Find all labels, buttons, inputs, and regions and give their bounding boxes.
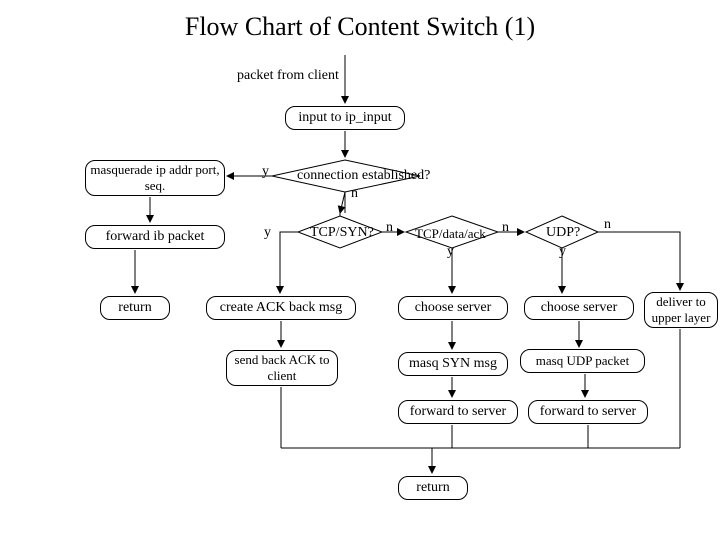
flowchart-canvas: Flow Chart of Content Switch (1) packet … [0, 0, 720, 540]
flow-edges [0, 0, 720, 540]
